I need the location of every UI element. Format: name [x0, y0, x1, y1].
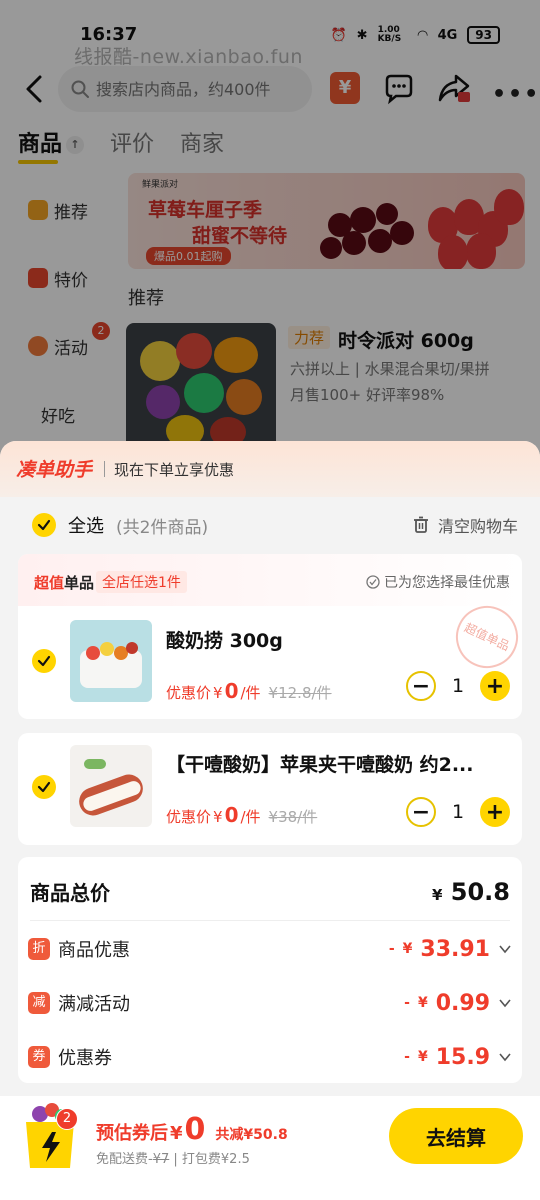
chevron-down-icon — [499, 945, 511, 954]
original-price: ¥12.8/件 — [268, 684, 332, 702]
clear-cart-button[interactable]: 清空购物车 — [412, 513, 518, 537]
item-card: 【干噎酸奶】苹果夹干噎酸奶 约2... 优惠价 ¥ 0 /件 ¥38/件 − 1… — [18, 733, 522, 845]
discount-value: 15.9 — [435, 1044, 490, 1070]
discount-label: 优惠券 — [58, 1048, 112, 1069]
item-image[interactable] — [70, 620, 152, 702]
deal-header: 超值单品 全店任选1件 已为您选择最佳优惠 — [18, 554, 522, 606]
estimated-price: 预估券后 ¥ 0 共减¥50.8 — [96, 1112, 288, 1147]
chevron-down-icon — [499, 999, 511, 1008]
item-name: 酸奶捞 300g — [166, 630, 283, 652]
discount-label: 满减活动 — [58, 994, 130, 1015]
item-checkbox[interactable] — [32, 775, 56, 799]
discount-value: 33.91 — [420, 936, 490, 962]
cart-count-badge: 2 — [56, 1108, 78, 1130]
price-value: 0 — [224, 679, 239, 703]
discount-row-full-reduction[interactable]: 减 满减活动 - ¥ 0.99 — [28, 988, 512, 1018]
check-icon — [37, 655, 51, 667]
price-currency: ¥ — [213, 684, 223, 702]
discount-currency: ¥ — [417, 995, 428, 1011]
total-currency: ¥ — [431, 886, 443, 904]
original-price: ¥38/件 — [268, 808, 318, 826]
price-value: 0 — [224, 803, 239, 827]
deal-label-red: 超值 — [34, 574, 65, 592]
clear-cart-label: 清空购物车 — [437, 517, 518, 536]
discount-icon: 减 — [28, 992, 50, 1014]
price-label: 优惠价 — [166, 684, 212, 702]
delivery-fee-original: ¥7 — [152, 1152, 170, 1167]
quantity-stepper: − 1 + — [406, 671, 510, 701]
deal-label-black: 单品 — [64, 574, 95, 592]
check-icon — [37, 519, 51, 531]
price-unit: /件 — [240, 684, 261, 702]
helper-logo: 凑单助手 — [16, 459, 93, 481]
deal-item-card: 超值单品 全店任选1件 已为您选择最佳优惠 超值单品 酸奶捞 300g 优惠价 … — [18, 554, 529, 719]
price-label: 优惠价 — [166, 808, 212, 826]
price-summary-card: 商品总价 ¥ 50.8 折 商品优惠 - ¥ 33.91 减 满减活动 - ¥ … — [18, 857, 522, 1083]
select-all-checkbox[interactable] — [32, 513, 56, 537]
increase-button[interactable]: + — [480, 671, 510, 701]
item-price: 优惠价 ¥ 0 /件 ¥12.8/件 — [166, 679, 332, 703]
increase-button[interactable]: + — [480, 797, 510, 827]
estimated-currency: ¥ — [170, 1123, 183, 1144]
delivery-fee-label: 免配送费- — [96, 1152, 153, 1167]
item-count: (共2件商品) — [116, 517, 209, 538]
discount-row-product[interactable]: 折 商品优惠 - ¥ 33.91 — [28, 934, 512, 964]
select-all-row[interactable]: 全选 (共2件商品) — [32, 512, 208, 538]
price-currency: ¥ — [213, 808, 223, 826]
quantity-value: 1 — [451, 801, 465, 823]
total-amount: 50.8 — [450, 878, 510, 906]
item-checkbox[interactable] — [32, 649, 56, 673]
divider — [30, 920, 510, 921]
item-name: 【干噎酸奶】苹果夹干噎酸奶 约2... — [166, 754, 474, 776]
checkout-button[interactable]: 去结算 — [389, 1108, 523, 1164]
discount-value: 0.99 — [435, 990, 490, 1016]
decrease-button[interactable]: − — [406, 671, 436, 701]
packing-fee: | 打包费¥2.5 — [173, 1152, 250, 1167]
estimated-value: 0 — [184, 1112, 206, 1147]
total-row: 商品总价 ¥ 50.8 — [30, 877, 510, 906]
discount-icon: 折 — [28, 938, 50, 960]
discount-prefix: - — [404, 1049, 410, 1065]
discount-label: 商品优惠 — [58, 940, 130, 961]
cart-sheet: 凑单助手 现在下单立享优惠 全选 (共2件商品) 清空购物车 超值单品 全店任选… — [0, 441, 540, 1200]
quantity-value: 1 — [451, 675, 465, 697]
check-circle-icon — [366, 575, 380, 589]
best-deal-note: 已为您选择最佳优惠 — [366, 572, 510, 592]
sheet-header: 凑单助手 现在下单立享优惠 — [0, 441, 540, 497]
quantity-stepper: − 1 + — [406, 797, 510, 827]
item-image[interactable] — [70, 745, 152, 827]
best-deal-text: 已为您选择最佳优惠 — [384, 575, 510, 591]
checkout-bar: 2 预估券后 ¥ 0 共减¥50.8 免配送费-¥7 | 打包费¥2.5 去结算 — [0, 1096, 540, 1200]
deal-label: 超值单品 — [34, 572, 94, 593]
discount-prefix: - — [388, 941, 395, 957]
price-unit: /件 — [240, 808, 261, 826]
trash-icon — [413, 516, 428, 533]
divider — [104, 461, 105, 477]
estimated-label: 预估券后 — [96, 1123, 168, 1144]
decrease-button[interactable]: − — [406, 797, 436, 827]
chevron-down-icon — [499, 1053, 511, 1062]
total-label: 商品总价 — [30, 881, 110, 905]
discount-currency: ¥ — [417, 1049, 428, 1065]
discount-row-coupon[interactable]: 券 优惠券 - ¥ 15.9 — [28, 1042, 512, 1072]
deal-range-tag: 全店任选1件 — [96, 571, 187, 593]
helper-text: 现在下单立享优惠 — [114, 461, 235, 479]
discount-icon: 券 — [28, 1046, 50, 1068]
select-all-label: 全选 — [68, 516, 104, 537]
fee-info: 免配送费-¥7 | 打包费¥2.5 — [96, 1148, 250, 1167]
discount-prefix: - — [404, 995, 410, 1011]
total-value: ¥ 50.8 — [432, 878, 510, 906]
check-icon — [37, 781, 51, 793]
total-saved: 共减¥50.8 — [215, 1127, 288, 1143]
item-price: 优惠价 ¥ 0 /件 ¥38/件 — [166, 803, 317, 827]
discount-currency: ¥ — [402, 941, 413, 957]
